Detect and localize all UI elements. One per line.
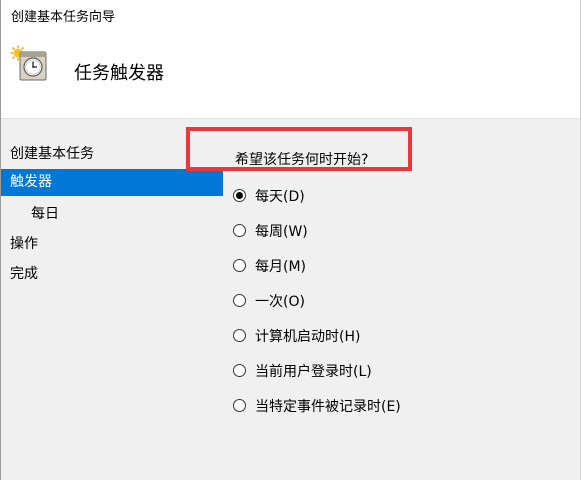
option-label: 当前用户登录时(L) xyxy=(255,363,372,380)
page-title: 任务触发器 xyxy=(74,63,164,84)
wizard-body: 创建基本任务 触发器 每日 操作 完成 希望该任务何时开始? 每天(D) 每周(… xyxy=(1,119,580,480)
wizard-steps-nav: 创建基本任务 触发器 每日 操作 完成 xyxy=(1,139,223,289)
radio-button[interactable] xyxy=(233,189,246,202)
window-title: 创建基本任务向导 xyxy=(11,10,116,25)
radio-button[interactable] xyxy=(233,259,246,272)
trigger-option-at-startup[interactable]: 计算机启动时(H) xyxy=(231,318,401,353)
option-label: 一次(O) xyxy=(255,293,305,310)
task-scheduler-clock-icon xyxy=(10,45,48,83)
radio-button[interactable] xyxy=(233,364,246,377)
option-label: 计算机启动时(H) xyxy=(255,328,361,345)
trigger-option-monthly[interactable]: 每月(M) xyxy=(231,248,401,283)
radio-button[interactable] xyxy=(233,224,246,237)
radio-button[interactable] xyxy=(233,294,246,307)
radio-button[interactable] xyxy=(233,329,246,342)
nav-step-action[interactable]: 操作 xyxy=(1,229,223,259)
trigger-option-daily[interactable]: 每天(D) xyxy=(231,178,401,213)
trigger-content-panel: 希望该任务何时开始? 每天(D) 每周(W) 每月(M) 一次(O) 计算机启动… xyxy=(231,119,576,480)
nav-step-finish[interactable]: 完成 xyxy=(1,259,223,289)
wizard-header: 任务触发器 xyxy=(1,30,580,119)
trigger-options-group: 每天(D) 每周(W) 每月(M) 一次(O) 计算机启动时(H) 当前用户登录… xyxy=(231,178,401,423)
trigger-option-once[interactable]: 一次(O) xyxy=(231,283,401,318)
trigger-option-at-logon[interactable]: 当前用户登录时(L) xyxy=(231,353,401,388)
nav-step-trigger[interactable]: 触发器 xyxy=(1,169,223,196)
option-label: 每天(D) xyxy=(255,188,305,205)
option-label: 每周(W) xyxy=(255,223,308,240)
option-label: 每月(M) xyxy=(255,258,307,275)
trigger-option-on-event[interactable]: 当特定事件被记录时(E) xyxy=(231,388,401,423)
nav-step-create-basic-task[interactable]: 创建基本任务 xyxy=(1,139,223,169)
radio-button[interactable] xyxy=(233,399,246,412)
trigger-option-weekly[interactable]: 每周(W) xyxy=(231,213,401,248)
option-label: 当特定事件被记录时(E) xyxy=(255,398,401,415)
create-basic-task-wizard-window: 创建基本任务向导 任务触发器 创建基本任务 触发器 每日 操作 完成 希望该任务… xyxy=(0,0,581,480)
nav-step-daily[interactable]: 每日 xyxy=(1,199,223,229)
trigger-question-label: 希望该任务何时开始? xyxy=(235,152,369,168)
